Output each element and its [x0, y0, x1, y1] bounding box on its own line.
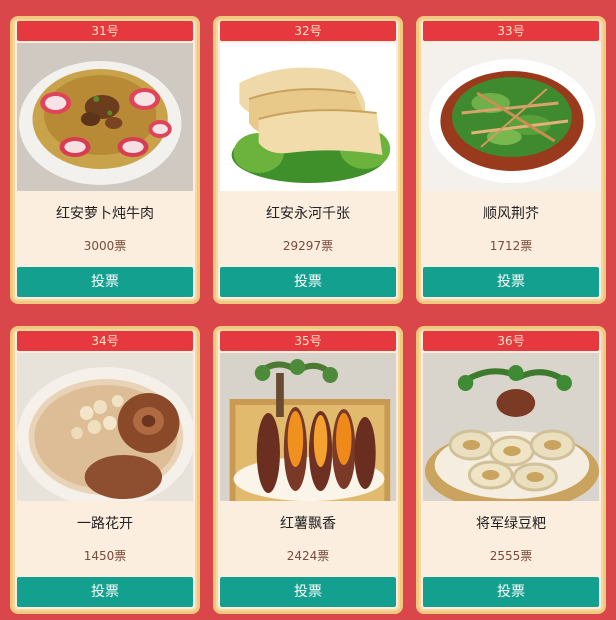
- vote-count: 3000票: [83, 239, 127, 253]
- vote-button[interactable]: 投票: [423, 267, 599, 297]
- vote-button[interactable]: 投票: [220, 577, 396, 607]
- entry-card: 32号 红安永河千张 29297票 投票: [213, 16, 403, 304]
- vote-count: 1712票: [489, 239, 533, 253]
- entry-number: 31号: [17, 21, 193, 41]
- vote-button[interactable]: 投票: [17, 577, 193, 607]
- dish-image[interactable]: [17, 43, 193, 191]
- entry-number: 33号: [423, 21, 599, 41]
- vote-button[interactable]: 投票: [423, 577, 599, 607]
- vote-count: 2555票: [489, 549, 533, 563]
- dish-name: 一路花开: [77, 516, 133, 532]
- entry-card: 34号 一路花开 1450票 投票: [10, 326, 200, 614]
- mung-bean-cake-image: [423, 353, 599, 501]
- dish-image[interactable]: [220, 43, 396, 191]
- entry-number: 36号: [423, 331, 599, 351]
- entry-card: 35号 红薯飘香 2424票 投票: [213, 326, 403, 614]
- dish-name: 红安萝卜炖牛肉: [56, 206, 154, 222]
- beef-radish-image: [17, 43, 193, 191]
- roasted-sweet-potato-image: [220, 353, 396, 501]
- dish-image[interactable]: [423, 43, 599, 191]
- dish-name: 红安永河千张: [266, 206, 350, 222]
- vote-button[interactable]: 投票: [17, 267, 193, 297]
- entry-grid: 31号 红安萝卜炖牛肉 3000票 投票 32号 红安永河千张 29297票 投…: [0, 0, 616, 620]
- tofu-skin-image: [220, 43, 396, 191]
- pork-trotter-soup-image: [17, 353, 193, 501]
- vote-count: 1450票: [83, 549, 127, 563]
- dish-image[interactable]: [220, 353, 396, 501]
- dish-image[interactable]: [423, 353, 599, 501]
- vote-count: 2424票: [286, 549, 330, 563]
- entry-number: 32号: [220, 21, 396, 41]
- entry-number: 34号: [17, 331, 193, 351]
- entry-card: 33号 顺风荆芥 1712票 投票: [416, 16, 606, 304]
- schizonepeta-salad-image: [423, 43, 599, 191]
- entry-card: 36号 将军绿豆粑 2555票 投票: [416, 326, 606, 614]
- vote-button[interactable]: 投票: [220, 267, 396, 297]
- entry-number: 35号: [220, 331, 396, 351]
- dish-name: 将军绿豆粑: [476, 516, 546, 532]
- dish-image[interactable]: [17, 353, 193, 501]
- dish-name: 顺风荆芥: [483, 206, 539, 222]
- dish-name: 红薯飘香: [280, 516, 336, 532]
- vote-count: 29297票: [282, 239, 334, 253]
- entry-card: 31号 红安萝卜炖牛肉 3000票 投票: [10, 16, 200, 304]
